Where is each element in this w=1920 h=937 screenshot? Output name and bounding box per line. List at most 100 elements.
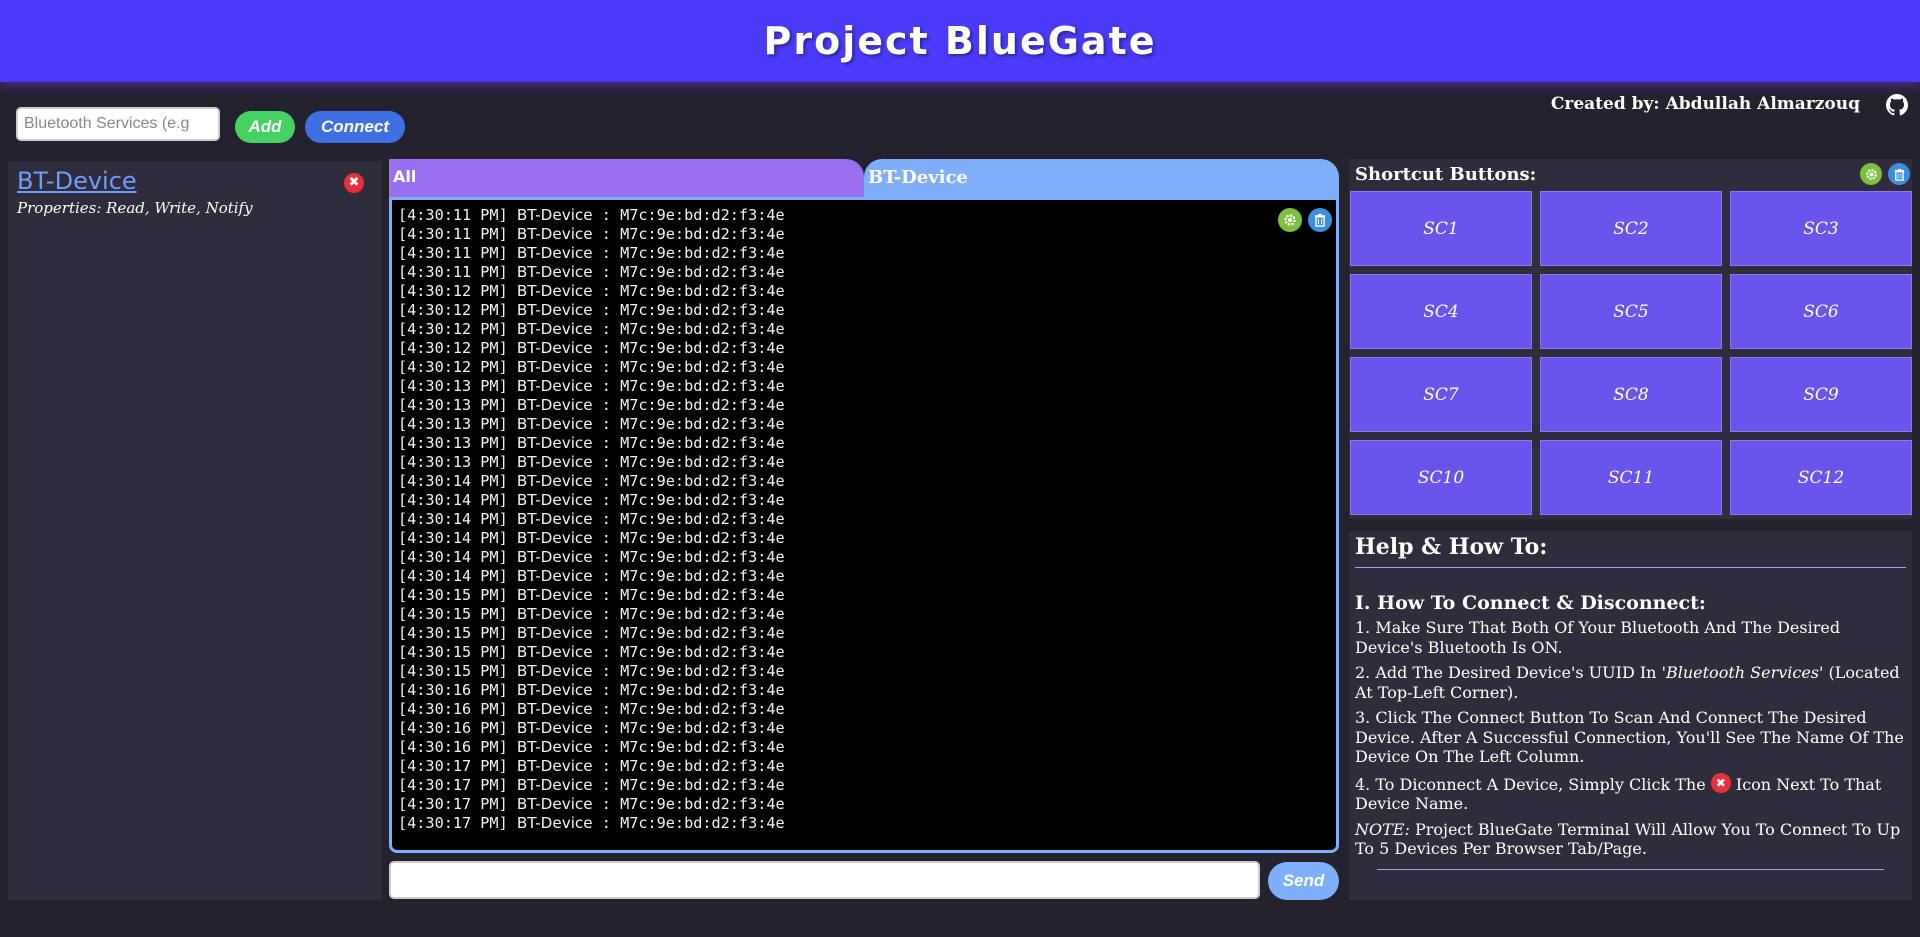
line-device: BT-Device: [516, 681, 593, 699]
line-device: BT-Device: [516, 719, 593, 737]
terminal-line: [4:30:13 PM] BT-Device : M7c:9e:bd:d2:f3…: [398, 415, 785, 434]
terminal-line: [4:30:17 PM] BT-Device : M7c:9e:bd:d2:f3…: [398, 757, 785, 776]
shortcut-title: Shortcut Buttons:: [1355, 164, 1537, 185]
line-timestamp: [4:30:15 PM]: [398, 624, 508, 642]
line-timestamp: [4:30:14 PM]: [398, 548, 508, 566]
shortcut-button-1[interactable]: SC1: [1350, 191, 1532, 266]
shortcut-button-2[interactable]: SC2: [1540, 191, 1722, 266]
shortcut-button-11[interactable]: SC11: [1540, 440, 1722, 515]
line-device: BT-Device: [516, 757, 593, 775]
line-timestamp: [4:30:12 PM]: [398, 320, 508, 338]
connect-button[interactable]: Connect: [305, 111, 405, 143]
terminal-line: [4:30:14 PM] BT-Device : M7c:9e:bd:d2:f3…: [398, 472, 785, 491]
shortcut-panel: Shortcut Buttons: SC1 SC2 SC3 SC4 SC5 SC6 SC7 S…: [1349, 159, 1912, 519]
line-timestamp: [4:30:17 PM]: [398, 814, 508, 832]
line-message: : M7c:9e:bd:d2:f3:4e: [601, 358, 785, 376]
help-note: NOTE: Project BlueGate Terminal Will All…: [1355, 820, 1906, 859]
terminal-log[interactable]: [4:30:11 PM] BT-Device : M7c:9e:bd:d2:f3…: [389, 197, 1339, 853]
shortcut-actions: [1860, 163, 1910, 185]
line-device: BT-Device: [516, 776, 593, 794]
line-device: BT-Device: [516, 738, 593, 756]
help-note-label: NOTE:: [1355, 819, 1410, 839]
line-message: : M7c:9e:bd:d2:f3:4e: [601, 624, 785, 642]
github-icon[interactable]: [1886, 94, 1908, 116]
line-device: BT-Device: [516, 548, 593, 566]
line-timestamp: [4:30:14 PM]: [398, 491, 508, 509]
line-timestamp: [4:30:16 PM]: [398, 719, 508, 737]
shortcut-button-9[interactable]: SC9: [1730, 357, 1912, 432]
help-step-1: 1. Make Sure That Both Of Your Bluetooth…: [1355, 618, 1841, 657]
terminal-line: [4:30:11 PM] BT-Device : M7c:9e:bd:d2:f3…: [398, 225, 785, 244]
help-step-4-text: 4. To Diconnect A Device, Simply Click T…: [1355, 774, 1711, 794]
terminal-tabs: All BT-Device: [389, 159, 1339, 197]
help-panel: Help & How To: I. How To Connect & Disco…: [1349, 531, 1912, 900]
line-device: BT-Device: [516, 377, 593, 395]
shortcut-button-7[interactable]: SC7: [1350, 357, 1532, 432]
line-timestamp: [4:30:15 PM]: [398, 605, 508, 623]
line-message: : M7c:9e:bd:d2:f3:4e: [601, 605, 785, 623]
tab-bt-device[interactable]: BT-Device: [864, 159, 1339, 197]
send-button[interactable]: Send: [1268, 862, 1339, 900]
shortcut-button-12[interactable]: SC12: [1730, 440, 1912, 515]
trash-icon[interactable]: [1308, 208, 1332, 232]
line-message: : M7c:9e:bd:d2:f3:4e: [601, 681, 785, 699]
shortcut-button-4[interactable]: SC4: [1350, 274, 1532, 349]
add-button[interactable]: Add: [235, 111, 295, 143]
close-icon[interactable]: ✖: [344, 173, 364, 193]
terminal-line: [4:30:11 PM] BT-Device : M7c:9e:bd:d2:f3…: [398, 244, 785, 263]
terminal-line: [4:30:15 PM] BT-Device : M7c:9e:bd:d2:f3…: [398, 662, 785, 681]
line-message: : M7c:9e:bd:d2:f3:4e: [601, 643, 785, 661]
shortcut-button-8[interactable]: SC8: [1540, 357, 1722, 432]
line-device: BT-Device: [516, 282, 593, 300]
line-message: : M7c:9e:bd:d2:f3:4e: [601, 320, 785, 338]
line-device: BT-Device: [516, 434, 593, 452]
line-timestamp: [4:30:17 PM]: [398, 757, 508, 775]
line-message: : M7c:9e:bd:d2:f3:4e: [601, 719, 785, 737]
help-divider-bottom: [1377, 868, 1884, 870]
gear-icon[interactable]: [1860, 163, 1882, 185]
line-device: BT-Device: [516, 814, 593, 832]
device-name-link[interactable]: BT-Device: [17, 167, 137, 195]
terminal-line: [4:30:13 PM] BT-Device : M7c:9e:bd:d2:f3…: [398, 434, 785, 453]
line-message: : M7c:9e:bd:d2:f3:4e: [601, 586, 785, 604]
page-title: Project BlueGate: [763, 19, 1157, 63]
line-message: : M7c:9e:bd:d2:f3:4e: [601, 700, 785, 718]
line-message: : M7c:9e:bd:d2:f3:4e: [601, 301, 785, 319]
line-message: : M7c:9e:bd:d2:f3:4e: [601, 453, 785, 471]
line-message: : M7c:9e:bd:d2:f3:4e: [601, 757, 785, 775]
shortcut-button-6[interactable]: SC6: [1730, 274, 1912, 349]
shortcut-button-5[interactable]: SC5: [1540, 274, 1722, 349]
line-timestamp: [4:30:12 PM]: [398, 358, 508, 376]
gear-icon[interactable]: [1278, 208, 1302, 232]
terminal-line: [4:30:12 PM] BT-Device : M7c:9e:bd:d2:f3…: [398, 339, 785, 358]
line-message: : M7c:9e:bd:d2:f3:4e: [601, 263, 785, 281]
message-input[interactable]: [389, 861, 1260, 899]
terminal-line: [4:30:11 PM] BT-Device : M7c:9e:bd:d2:f3…: [398, 263, 785, 282]
tab-all[interactable]: All: [389, 159, 864, 197]
terminal-line: [4:30:14 PM] BT-Device : M7c:9e:bd:d2:f3…: [398, 510, 785, 529]
terminal-line: [4:30:12 PM] BT-Device : M7c:9e:bd:d2:f3…: [398, 320, 785, 339]
line-message: : M7c:9e:bd:d2:f3:4e: [601, 510, 785, 528]
shortcut-button-3[interactable]: SC3: [1730, 191, 1912, 266]
line-message: : M7c:9e:bd:d2:f3:4e: [601, 472, 785, 490]
terminal-line: [4:30:15 PM] BT-Device : M7c:9e:bd:d2:f3…: [398, 643, 785, 662]
help-note-text: Project BlueGate Terminal Will Allow You…: [1355, 819, 1901, 859]
line-message: : M7c:9e:bd:d2:f3:4e: [601, 795, 785, 813]
line-device: BT-Device: [516, 700, 593, 718]
line-message: : M7c:9e:bd:d2:f3:4e: [601, 738, 785, 756]
line-device: BT-Device: [516, 586, 593, 604]
line-message: : M7c:9e:bd:d2:f3:4e: [601, 529, 785, 547]
line-device: BT-Device: [516, 320, 593, 338]
terminal-line: [4:30:15 PM] BT-Device : M7c:9e:bd:d2:f3…: [398, 605, 785, 624]
shortcut-button-10[interactable]: SC10: [1350, 440, 1532, 515]
terminal-line: [4:30:12 PM] BT-Device : M7c:9e:bd:d2:f3…: [398, 282, 785, 301]
trash-icon[interactable]: [1888, 163, 1910, 185]
bluetooth-services-input[interactable]: [16, 107, 220, 141]
author-credit: Created by: Abdullah Almarzouq: [1550, 94, 1860, 114]
line-timestamp: [4:30:12 PM]: [398, 301, 508, 319]
line-device: BT-Device: [516, 415, 593, 433]
line-timestamp: [4:30:13 PM]: [398, 453, 508, 471]
line-timestamp: [4:30:13 PM]: [398, 415, 508, 433]
terminal-line: [4:30:16 PM] BT-Device : M7c:9e:bd:d2:f3…: [398, 719, 785, 738]
line-timestamp: [4:30:11 PM]: [398, 206, 508, 224]
